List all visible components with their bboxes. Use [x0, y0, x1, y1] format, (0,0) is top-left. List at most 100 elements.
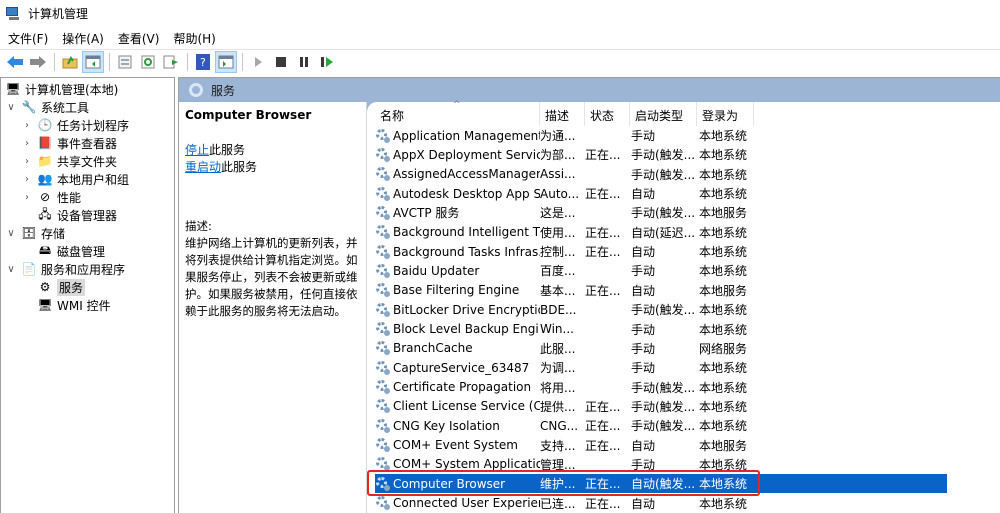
tree-item-system-tools[interactable]: ∨ 🔧 系统工具 [5, 98, 89, 116]
service-description-cell: Win... [540, 322, 574, 336]
tree-item-local-users[interactable]: › 👥 本地用户和组 [21, 170, 129, 188]
service-startup-type: 自动(延迟... [631, 225, 696, 240]
refresh-button[interactable] [137, 51, 159, 73]
back-arrow-icon [7, 56, 23, 68]
service-row[interactable]: Base Filtering Engine 基本... 正在... 自动 本地服务 [375, 281, 947, 300]
column-header-name[interactable]: 名称 [380, 105, 404, 125]
tree-item-shared-folders[interactable]: › 📁 共享文件夹 [21, 152, 117, 170]
service-name-text: CaptureService_63487 [393, 360, 530, 375]
service-log-on-as: 本地系统 [699, 399, 748, 414]
stop-service-button[interactable] [270, 51, 292, 73]
stop-service-link[interactable]: 停止 [185, 143, 209, 157]
tree-label: 本地用户和组 [57, 172, 130, 187]
service-name: Background Intelligent T... [375, 224, 540, 240]
pause-icon [300, 57, 308, 67]
tree-root[interactable]: 🖥 计算机管理(本地) [5, 80, 118, 98]
service-startup-type: 手动 [631, 129, 656, 143]
services-pane: 服务 Computer Browser 停止此服务 重启动此服务 描述: 维护网… [178, 77, 1000, 513]
menu-view[interactable]: 查看(V) [118, 30, 160, 47]
service-row[interactable]: Baidu Updater 百度... 手动 本地系统 [375, 261, 947, 280]
gear-icon [375, 128, 391, 144]
service-row[interactable]: Computer Browser 维护... 正在... 自动(触发... 本地系统 [375, 474, 947, 494]
column-header-status[interactable]: 状态 [590, 105, 614, 125]
column-header-startup-type[interactable]: 启动类型 [635, 105, 683, 125]
tree-item-device-manager[interactable]: 🖧 设备管理器 [37, 206, 117, 224]
pause-service-button[interactable] [293, 51, 315, 73]
service-log-on-as: 本地系统 [699, 477, 748, 492]
show-hide-console-tree-button[interactable] [82, 51, 104, 73]
menu-action[interactable]: 操作(A) [62, 30, 104, 47]
column-header-description[interactable]: 描述 [545, 105, 569, 125]
chevron-right-icon[interactable]: › [21, 120, 33, 131]
tree-item-storage[interactable]: ∨ 🗄 存储 [5, 224, 65, 242]
service-row[interactable]: Client License Service (Cli...提供... 正在...… [375, 397, 947, 416]
column-separator[interactable] [539, 102, 540, 126]
up-one-level-button[interactable] [59, 51, 81, 73]
service-row[interactable]: COM+ Event System 支持... 正在... 自动 本地服务 [375, 436, 947, 455]
service-name: CaptureService_63487 [375, 360, 540, 376]
tree-item-disk-management[interactable]: 🖴 磁盘管理 [37, 242, 105, 260]
restart-service-button[interactable] [316, 51, 338, 73]
chevron-right-icon[interactable]: › [21, 192, 33, 203]
service-row[interactable]: CaptureService_63487 为调... 手动 本地系统 [375, 358, 947, 377]
column-separator[interactable] [629, 102, 630, 126]
gear-icon [375, 282, 391, 298]
tree-item-wmi-control[interactable]: 🖥 WMI 控件 [37, 296, 110, 314]
service-row[interactable]: Background Tasks Infras... 控制... 正在... 自动 本地… [375, 242, 947, 261]
chevron-down-icon[interactable]: ∨ [5, 102, 17, 113]
service-row[interactable]: Autodesk Desktop App S... Auto... 正在... 自动 本… [375, 184, 947, 203]
restart-service-link[interactable]: 重启动 [185, 160, 221, 174]
service-row[interactable]: Background Intelligent T... 使用... 正在... 自动(… [375, 223, 947, 242]
chevron-down-icon[interactable]: ∨ [5, 264, 17, 275]
service-name-text: Baidu Updater [393, 263, 480, 278]
show-hide-action-pane-button[interactable] [215, 51, 237, 73]
column-separator[interactable] [584, 102, 585, 126]
service-row[interactable]: CNG Key Isolation CNG... 正在... 手动(触发... 本地系统 [375, 416, 947, 435]
menu-file[interactable]: 文件(F) [8, 30, 48, 47]
service-description-cell: 将用... [540, 380, 576, 395]
service-status: 正在... [585, 496, 621, 511]
chevron-right-icon[interactable]: › [21, 174, 33, 185]
chevron-down-icon[interactable]: ∨ [5, 228, 17, 239]
action-suffix: 此服务 [209, 143, 246, 157]
service-row[interactable]: Certificate Propagation 将用... 手动(触发... 本地系统 [375, 378, 947, 397]
chevron-right-icon[interactable]: › [21, 138, 33, 149]
help-button[interactable]: ? [192, 51, 214, 73]
service-row[interactable]: COM+ System Application 管理... 手动 本地系统 [375, 455, 947, 474]
tree-item-task-scheduler[interactable]: › 🕒 任务计划程序 [21, 116, 129, 134]
forward-button[interactable] [27, 51, 49, 73]
tree-item-performance[interactable]: › ⊘ 性能 [21, 188, 81, 206]
menu-help[interactable]: 帮助(H) [173, 30, 215, 47]
tree-label: 计算机管理(本地) [25, 82, 119, 97]
service-row[interactable]: BranchCache 此服... 手动 网络服务 [375, 339, 947, 358]
column-header-log-on-as[interactable]: 登录为 [702, 105, 738, 125]
properties-button[interactable] [114, 51, 136, 73]
service-row[interactable]: AVCTP 服务 这是... 手动(触发... 本地服务 [375, 203, 947, 222]
service-row[interactable]: Block Level Backup Engi... Win... 手动 本地系统 [375, 320, 947, 339]
chevron-right-icon[interactable]: › [21, 156, 33, 167]
column-separator[interactable] [696, 102, 697, 126]
pane-header: 服务 [179, 78, 1000, 102]
service-name: COM+ System Application [375, 456, 540, 472]
tree-item-services-apps[interactable]: ∨ 📄 服务和应用程序 [5, 260, 125, 278]
service-status: 正在... [585, 245, 621, 260]
service-row[interactable]: Application Management 为通... 手动 本地系统 [375, 126, 947, 145]
tree-item-event-viewer[interactable]: › 📕 事件查看器 [21, 134, 117, 152]
service-row[interactable]: Connected User Experien...已连... 正在... 自动 本地… [375, 494, 947, 513]
service-log-on-as: 本地系统 [699, 419, 748, 434]
service-row[interactable]: AppX Deployment Servic... 为部... 正在... 手动(触发… [375, 145, 947, 164]
service-description-cell: 此服... [540, 341, 576, 356]
service-status: 正在... [585, 419, 621, 434]
service-row[interactable]: BitLocker Drive Encryptio... BDE... 手动(触发.… [375, 300, 947, 319]
service-log-on-as: 本地服务 [699, 206, 748, 221]
service-description: 维护网络上计算机的更新列表，并将列表提供给计算机指定浏览。如果服务停止，列表不会… [185, 236, 358, 318]
service-startup-type: 自动(触发... [631, 477, 696, 492]
column-separator[interactable] [753, 102, 754, 126]
export-list-button[interactable] [160, 51, 182, 73]
start-service-button[interactable] [247, 51, 269, 73]
service-log-on-as: 本地系统 [699, 361, 748, 376]
tree-item-services[interactable]: ⚙ 服务 [37, 278, 86, 296]
gear-icon [375, 224, 391, 240]
service-row[interactable]: AssignedAccessManager... Assi... 手动(触发... 本… [375, 165, 947, 184]
back-button[interactable] [4, 51, 26, 73]
